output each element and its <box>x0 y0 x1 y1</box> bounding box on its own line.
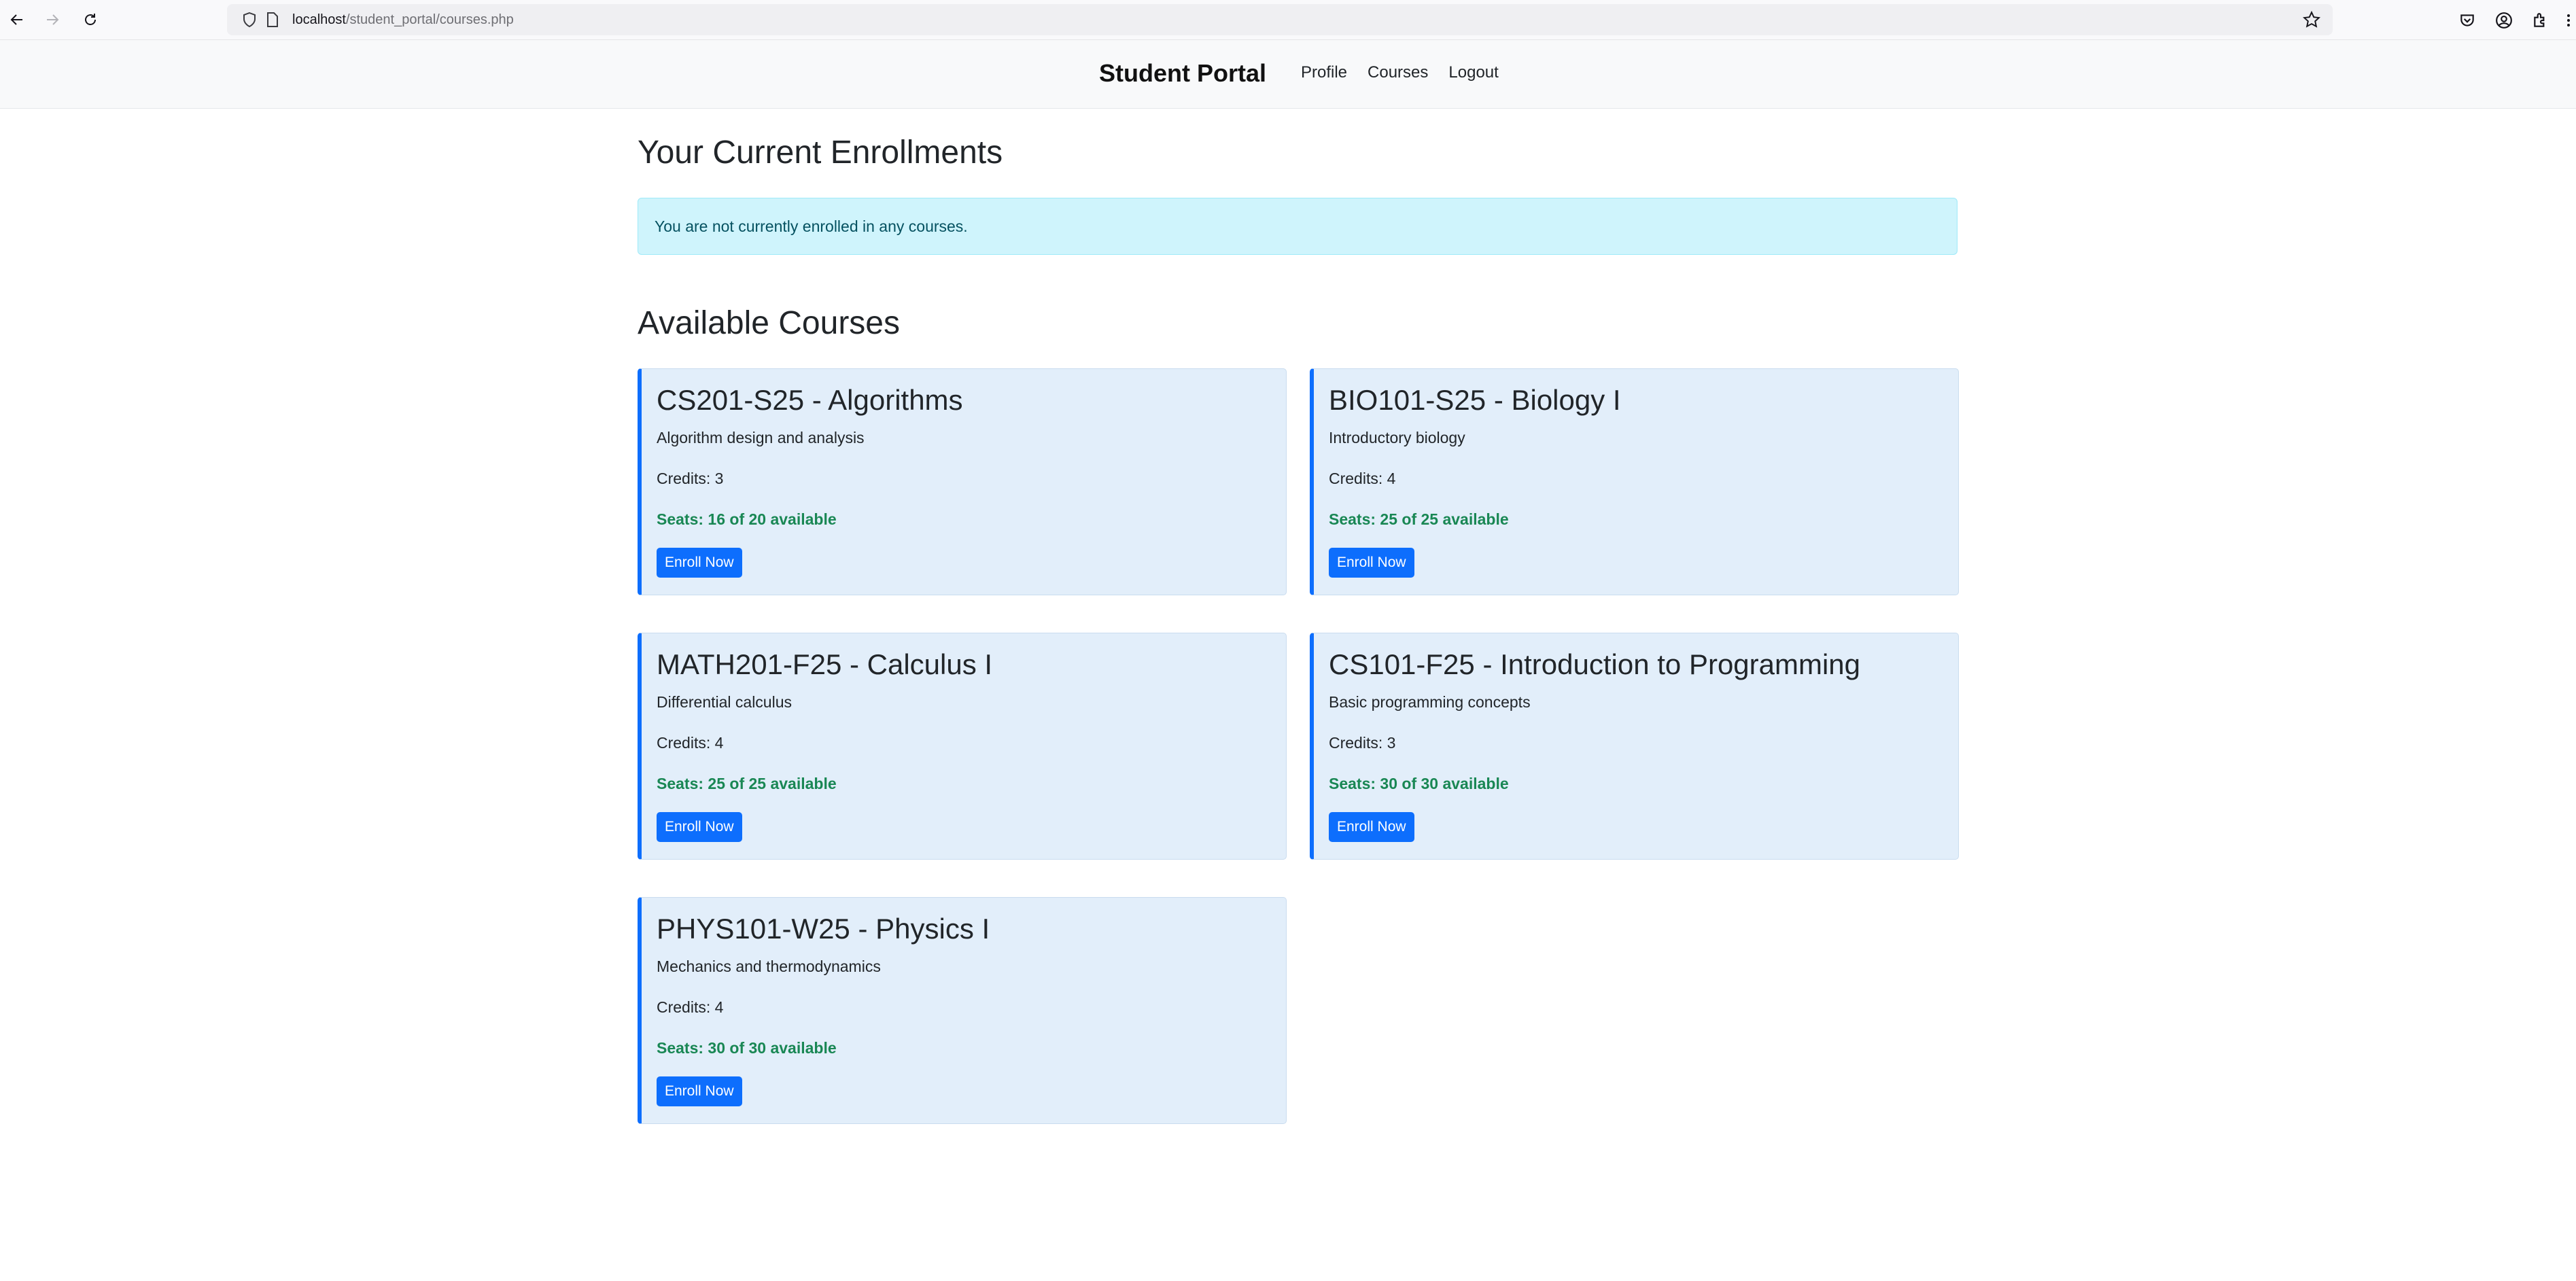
course-credits: Credits: 4 <box>657 734 724 752</box>
course-description: Algorithm design and analysis <box>657 429 865 446</box>
nav-link-logout[interactable]: Logout <box>1448 63 1498 82</box>
course-title: BIO101-S25 - Biology I <box>1329 384 1621 416</box>
shield-icon[interactable] <box>241 11 258 29</box>
course-credits: Credits: 4 <box>657 998 724 1016</box>
course-seats: Seats: 30 of 30 available <box>657 1039 837 1057</box>
url-text[interactable]: localhost/student_portal/courses.php <box>292 12 514 28</box>
extensions-icon[interactable] <box>2531 11 2550 30</box>
nav-links: Profile Courses Logout <box>1301 63 1499 82</box>
brand-title[interactable]: Student Portal <box>1099 59 1266 88</box>
course-card: BIO101-S25 - Biology I Introductory biol… <box>1310 368 1959 595</box>
reload-icon[interactable] <box>77 7 103 33</box>
enroll-button[interactable]: Enroll Now <box>1329 812 1414 842</box>
url-host: localhost <box>292 12 346 27</box>
course-credits: Credits: 3 <box>1329 734 1396 752</box>
course-title: CS201-S25 - Algorithms <box>657 384 963 416</box>
course-card: CS201-S25 - Algorithms Algorithm design … <box>638 368 1287 595</box>
page-icon[interactable] <box>264 11 281 29</box>
enroll-button[interactable]: Enroll Now <box>657 548 742 578</box>
no-enrollments-alert: You are not currently enrolled in any co… <box>638 198 1957 255</box>
pocket-icon[interactable] <box>2458 11 2477 30</box>
course-card: MATH201-F25 - Calculus I Differential ca… <box>638 633 1287 860</box>
address-bar[interactable]: localhost/student_portal/courses.php <box>227 4 2333 35</box>
course-credits: Credits: 3 <box>657 470 724 487</box>
course-seats: Seats: 25 of 25 available <box>657 775 837 792</box>
course-title: MATH201-F25 - Calculus I <box>657 648 993 680</box>
bookmark-star-icon[interactable] <box>2302 10 2321 29</box>
enrollments-heading: Your Current Enrollments <box>638 135 1003 171</box>
nav-link-profile[interactable]: Profile <box>1301 63 1347 82</box>
enroll-button[interactable]: Enroll Now <box>657 812 742 842</box>
forward-icon[interactable] <box>39 7 65 33</box>
course-seats: Seats: 25 of 25 available <box>1329 510 1509 528</box>
back-icon[interactable] <box>4 7 30 33</box>
course-description: Differential calculus <box>657 693 793 711</box>
course-title: PHYS101-W25 - Physics I <box>657 913 990 945</box>
course-credits: Credits: 4 <box>1329 470 1396 487</box>
enroll-button[interactable]: Enroll Now <box>657 1076 742 1106</box>
course-card: CS101-F25 - Introduction to Programming … <box>1310 633 1959 860</box>
course-description: Mechanics and thermodynamics <box>657 958 881 975</box>
account-icon[interactable] <box>2494 11 2513 30</box>
site-navbar: Student Portal Profile Courses Logout <box>0 40 2576 109</box>
course-description: Basic programming concepts <box>1329 693 1531 711</box>
course-seats: Seats: 16 of 20 available <box>657 510 837 528</box>
enroll-button[interactable]: Enroll Now <box>1329 548 1414 578</box>
course-card: PHYS101-W25 - Physics I Mechanics and th… <box>638 897 1287 1124</box>
alert-text: You are not currently enrolled in any co… <box>655 217 968 235</box>
course-title: CS101-F25 - Introduction to Programming <box>1329 648 1861 680</box>
url-path: /student_portal/courses.php <box>345 12 514 27</box>
course-seats: Seats: 30 of 30 available <box>1329 775 1509 792</box>
available-courses-heading: Available Courses <box>638 305 900 341</box>
browser-toolbar: localhost/student_portal/courses.php <box>0 0 2576 40</box>
menu-icon[interactable] <box>2562 11 2575 30</box>
course-description: Introductory biology <box>1329 429 1465 446</box>
nav-link-courses[interactable]: Courses <box>1368 63 1428 82</box>
